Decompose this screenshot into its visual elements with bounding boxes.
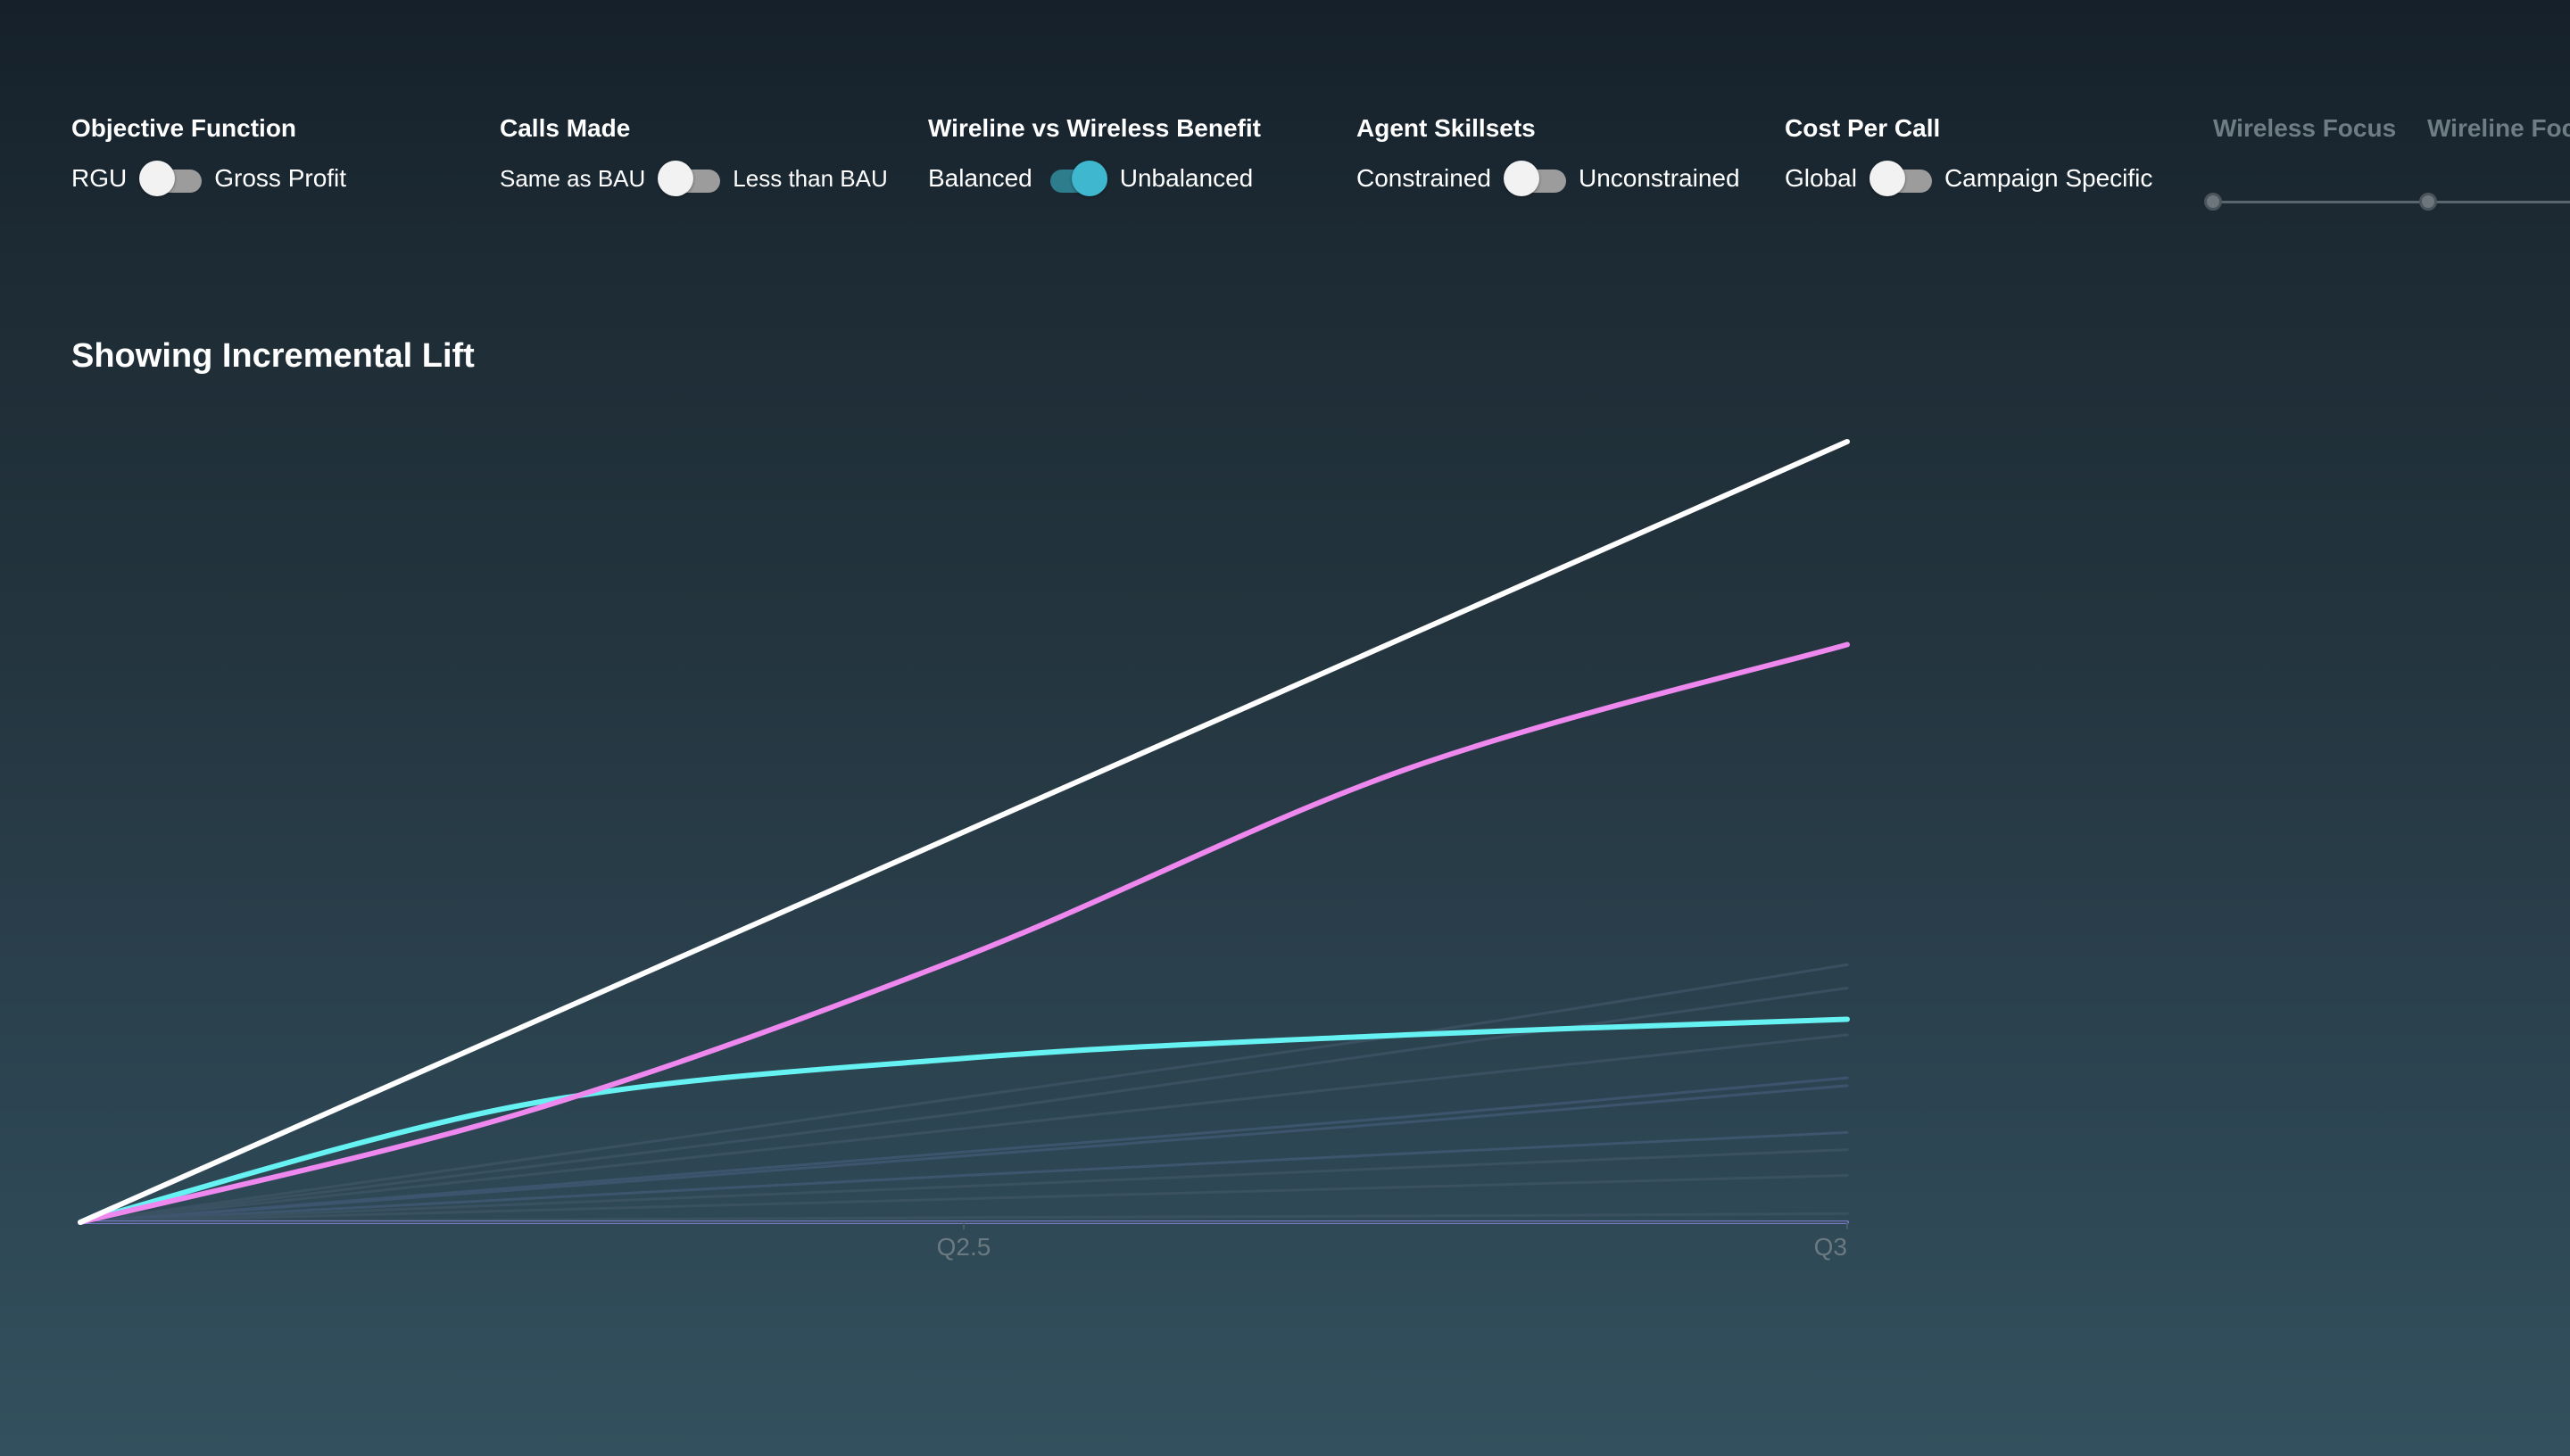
highlight-series-group	[78, 439, 1850, 1225]
series-line-6	[79, 1033, 1849, 1224]
incremental-lift-chart: Q2.5 Q3	[78, 439, 1850, 1261]
series-line-2	[78, 641, 1850, 1225]
x-tick-label: Q3	[1814, 1233, 1847, 1261]
series-line-3	[78, 1016, 1850, 1225]
series-line-1	[78, 439, 1850, 1225]
background-series-group	[79, 963, 1849, 1225]
x-tick-label: Q2.5	[937, 1233, 991, 1261]
x-axis: Q2.5 Q3	[80, 1221, 1848, 1261]
series-line-7	[79, 1076, 1849, 1224]
